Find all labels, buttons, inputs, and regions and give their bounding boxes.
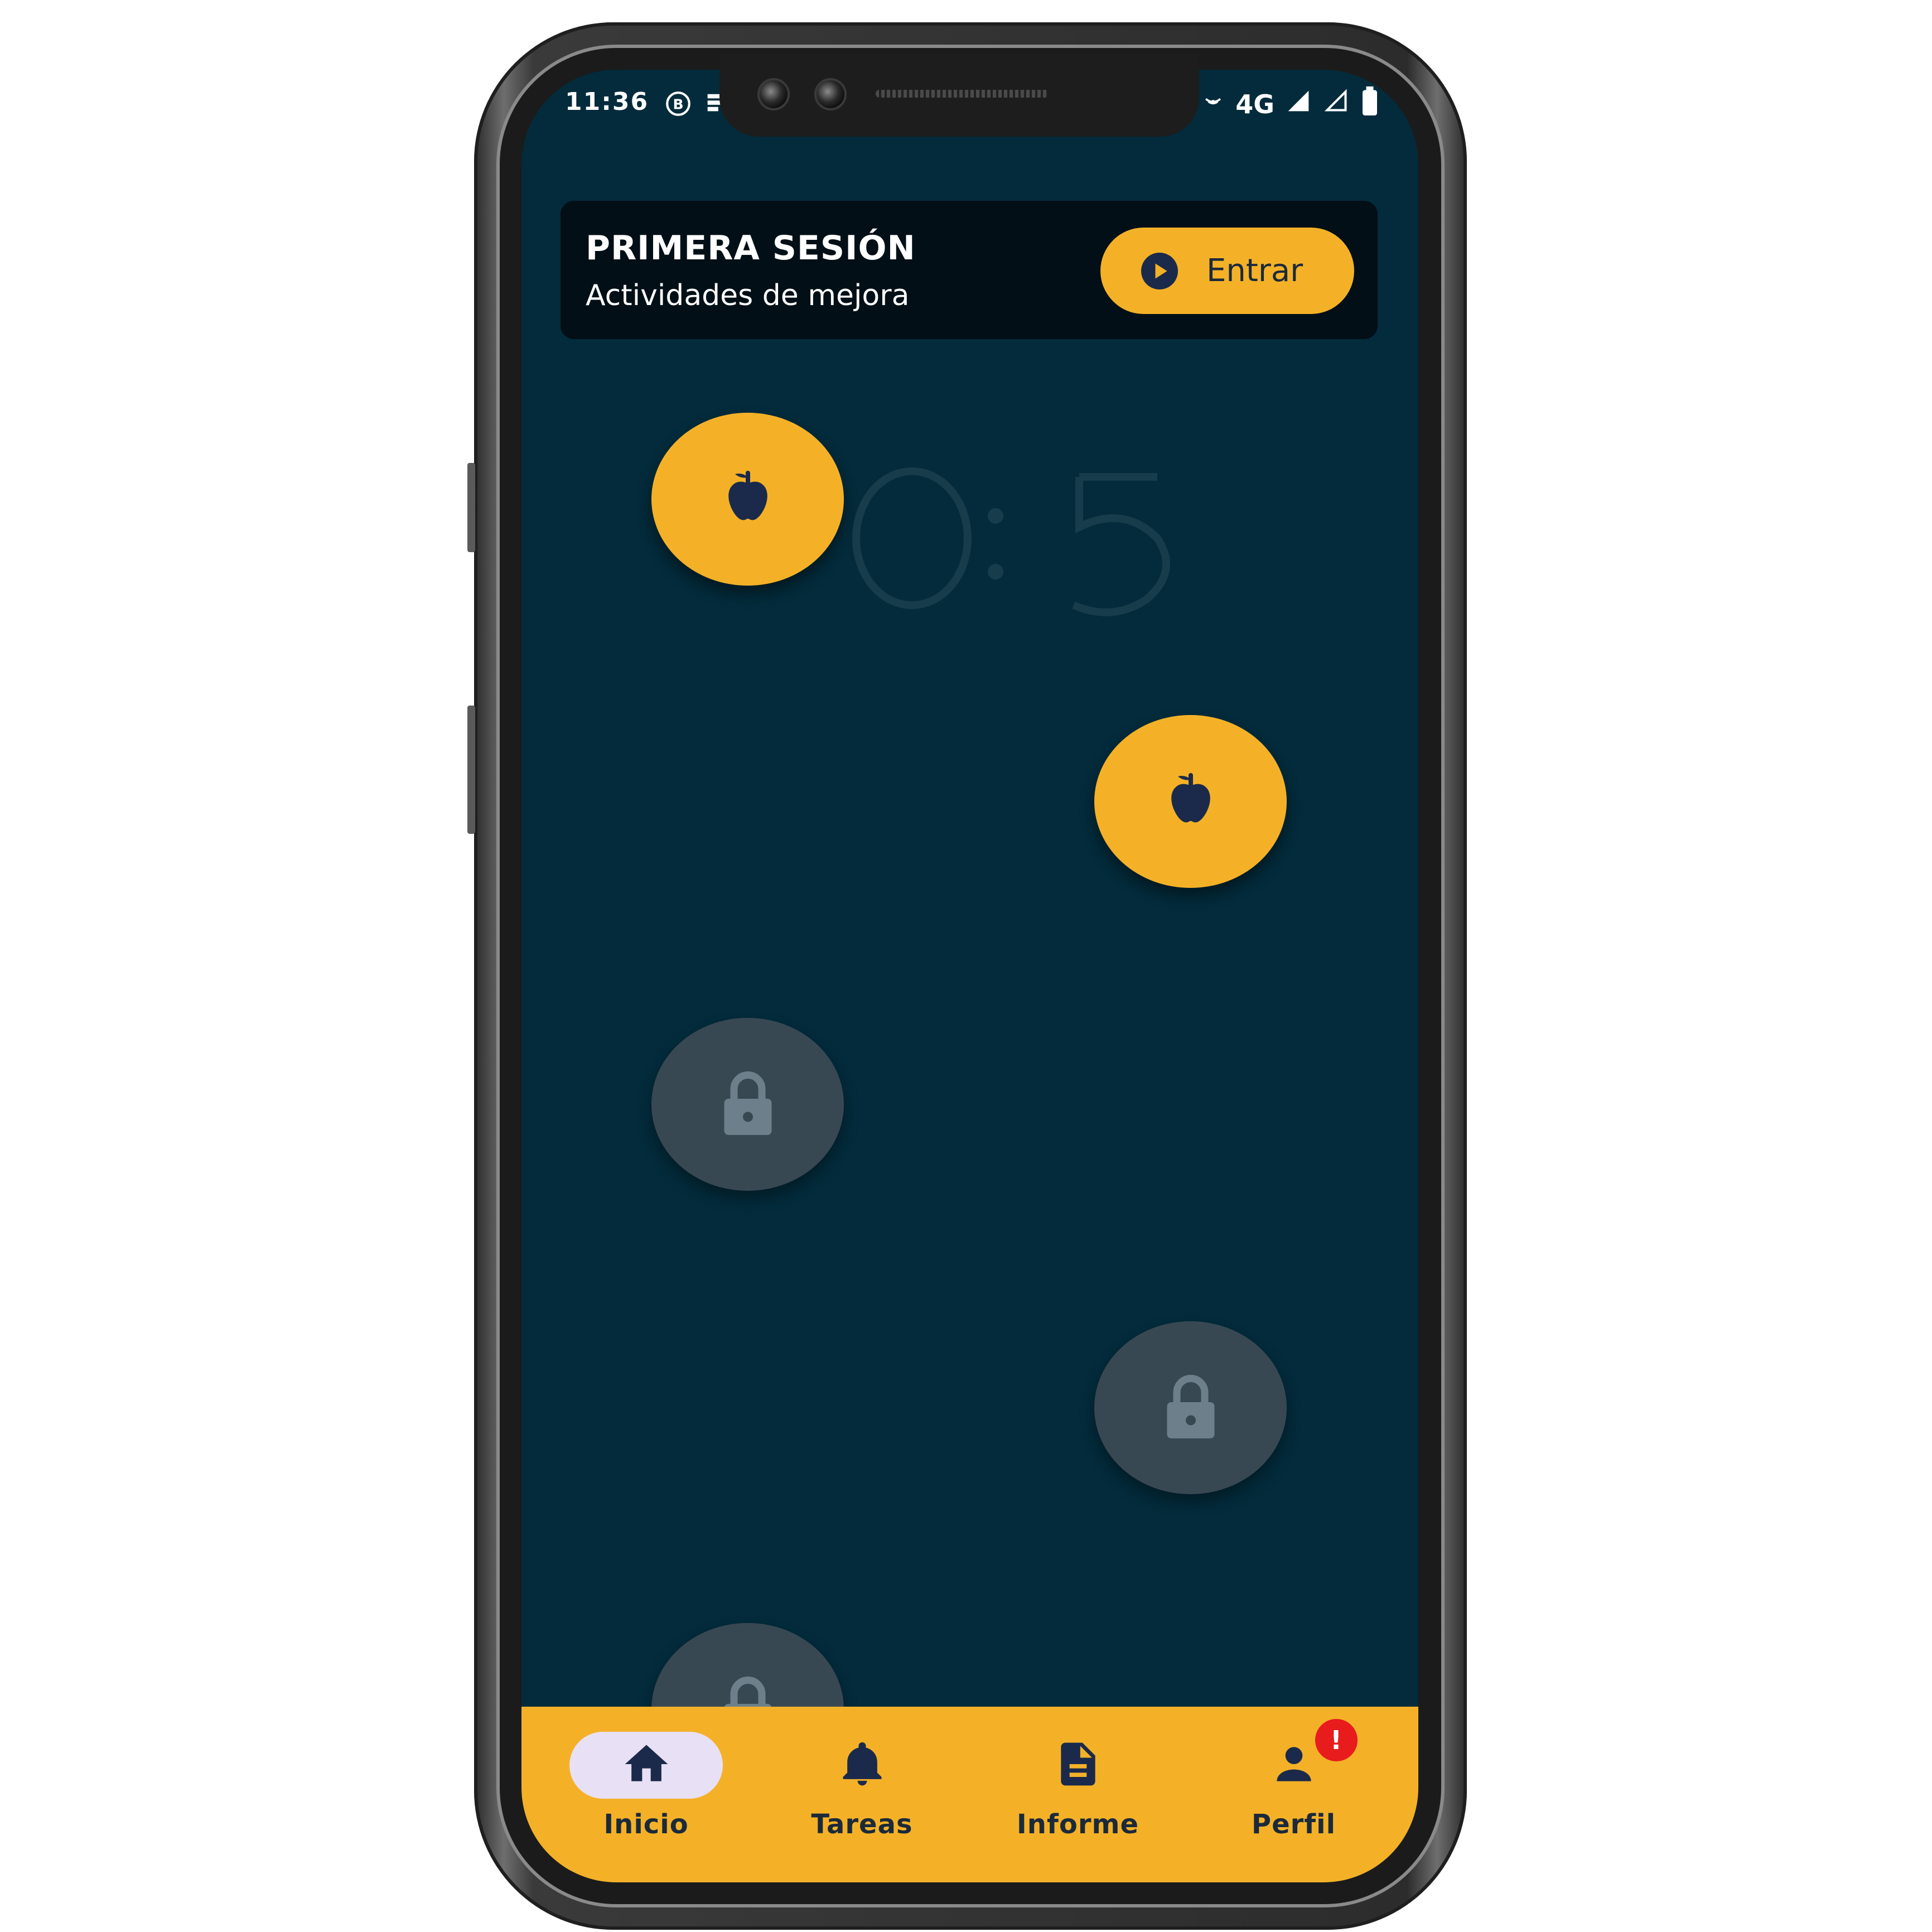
camera-lens-icon (757, 78, 790, 110)
apple-icon (714, 466, 781, 533)
profile-alert-badge: ! (1315, 1719, 1358, 1761)
nav-item-informe[interactable]: Informe (978, 1707, 1178, 1852)
camera-lens-icon (814, 78, 847, 110)
hotspot-icon (1201, 89, 1225, 119)
play-circle-icon (1139, 251, 1180, 291)
svg-text:B: B (673, 96, 683, 112)
nav-label-tareas: Tareas (811, 1809, 913, 1840)
nav-icon-container (1001, 1732, 1155, 1799)
app-screen: 11:36 B 4G PRIMERA SESIÓN Actividades de… (521, 70, 1418, 1882)
person-icon (1268, 1738, 1320, 1792)
session-subtitle: Actividades de mejora (586, 279, 910, 312)
network-type: 4G (1235, 89, 1274, 119)
battery-icon (1360, 86, 1379, 122)
nav-item-tareas[interactable]: Tareas (762, 1707, 963, 1852)
nav-item-perfil[interactable]: Perfil ! (1194, 1707, 1394, 1852)
level-node-4[interactable] (1094, 1321, 1287, 1494)
lock-icon (1157, 1371, 1224, 1444)
earpiece-speaker (876, 90, 1049, 98)
faint-background-mark (852, 467, 1170, 616)
session-title: PRIMERA SESIÓN (586, 229, 916, 268)
document-icon (1052, 1738, 1104, 1792)
signal-outline-icon (1322, 89, 1350, 119)
nav-item-inicio[interactable]: Inicio (546, 1707, 747, 1852)
status-right-icons: 4G (1201, 86, 1379, 122)
enter-button[interactable]: Entrar (1100, 228, 1354, 314)
lock-icon (714, 1068, 781, 1141)
nav-active-indicator (569, 1732, 723, 1799)
level-node-3[interactable] (651, 1018, 844, 1191)
volume-down-button (467, 706, 475, 834)
bell-icon (837, 1738, 888, 1792)
signal-icon (1284, 89, 1312, 119)
enter-button-label: Entrar (1206, 253, 1303, 289)
nav-icon-container (785, 1732, 939, 1799)
nav-label-inicio: Inicio (603, 1809, 689, 1840)
status-time: 11:36 (565, 88, 649, 116)
nav-label-perfil: Perfil (1251, 1809, 1336, 1840)
nav-label-informe: Informe (1016, 1809, 1139, 1840)
volume-up-button (467, 463, 475, 552)
level-node-1[interactable] (651, 413, 844, 586)
level-node-2[interactable] (1094, 715, 1287, 888)
home-icon (621, 1738, 672, 1792)
session-card: PRIMERA SESIÓN Actividades de mejora Ent… (561, 201, 1378, 339)
apple-icon (1157, 768, 1224, 835)
phone-notch (719, 53, 1199, 137)
bottom-navigation: Inicio Tareas Informe Perfil ! (521, 1707, 1418, 1882)
b-circle-icon: B (664, 90, 692, 124)
